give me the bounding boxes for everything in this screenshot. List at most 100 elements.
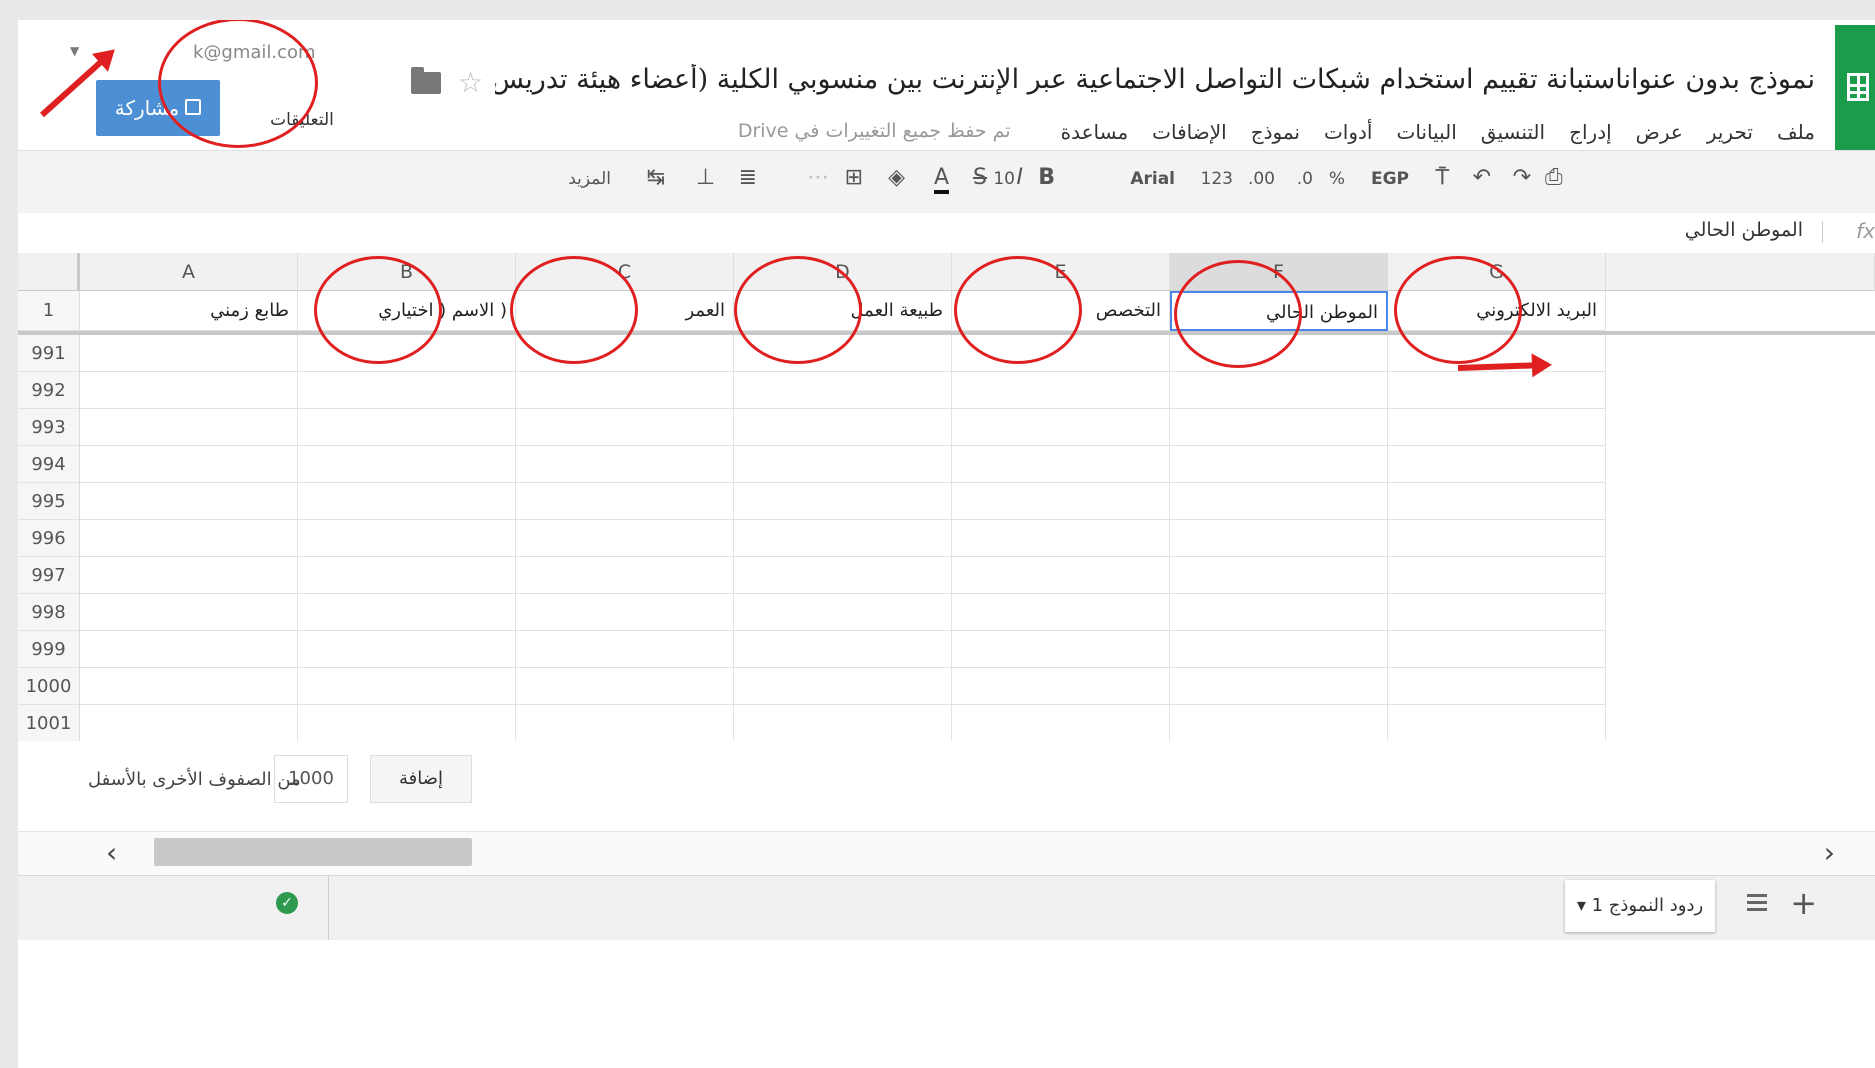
paint-format-icon[interactable]: ⍑	[1436, 165, 1449, 190]
menu-view[interactable]: عرض	[1636, 120, 1683, 144]
italic-icon[interactable]: I	[1017, 165, 1024, 190]
grid-cell[interactable]	[1388, 446, 1606, 483]
grid-cell[interactable]	[734, 520, 952, 557]
fill-color-icon[interactable]: ◈	[888, 165, 905, 190]
all-sheets-icon[interactable]	[1747, 894, 1767, 912]
grid-cell[interactable]	[516, 520, 734, 557]
grid-cell[interactable]	[298, 446, 516, 483]
save-status[interactable]: تم حفظ جميع التغييرات في Drive	[738, 120, 1011, 144]
grid-cell[interactable]	[298, 409, 516, 446]
menu-addons[interactable]: الإضافات	[1152, 120, 1227, 144]
row-header[interactable]: 998	[18, 594, 80, 631]
grid-cell[interactable]	[516, 335, 734, 372]
grid-cell[interactable]	[734, 446, 952, 483]
grid-cell[interactable]	[80, 483, 298, 520]
grid-cell[interactable]	[1388, 705, 1606, 742]
text-color-icon[interactable]: A	[933, 165, 949, 194]
grid-cell[interactable]	[1388, 520, 1606, 557]
grid-cell[interactable]	[80, 520, 298, 557]
grid-cell[interactable]	[1170, 631, 1388, 668]
grid-cell[interactable]	[516, 483, 734, 520]
row-header[interactable]: 994	[18, 446, 80, 483]
column-header-h[interactable]	[1606, 253, 1875, 291]
more-toolbar-button[interactable]: المزيد	[568, 169, 611, 189]
chevron-down-icon[interactable]: ▼	[70, 44, 79, 58]
row-header[interactable]: 993	[18, 409, 80, 446]
grid-cell[interactable]	[1170, 594, 1388, 631]
grid-cell[interactable]	[952, 631, 1170, 668]
menu-tools[interactable]: أدوات	[1324, 120, 1373, 144]
cell-f1-active[interactable]: الموطن الحالي	[1170, 291, 1388, 331]
menu-format[interactable]: التنسيق	[1481, 120, 1545, 144]
add-sheet-icon[interactable]: +	[1790, 884, 1817, 922]
folder-icon[interactable]	[411, 67, 441, 94]
grid-cell[interactable]	[516, 557, 734, 594]
grid-cell[interactable]	[952, 594, 1170, 631]
select-all-corner[interactable]	[18, 253, 80, 291]
decrease-decimals[interactable]: .0	[1297, 169, 1313, 189]
grid-cell[interactable]	[1170, 335, 1388, 372]
row-header[interactable]: 1001	[18, 705, 80, 742]
grid-cell[interactable]	[1170, 520, 1388, 557]
strikethrough-icon[interactable]: S	[973, 165, 987, 190]
merge-cells-icon[interactable]: ⋯	[807, 165, 829, 190]
menu-help[interactable]: مساعدة	[1061, 120, 1129, 144]
grid-cell[interactable]	[80, 668, 298, 705]
scrollbar-thumb[interactable]	[154, 838, 472, 866]
font-family-select[interactable]: Arial	[1130, 169, 1175, 189]
grid-cell[interactable]	[952, 372, 1170, 409]
menu-file[interactable]: ملف	[1777, 120, 1815, 144]
grid-cell[interactable]	[298, 557, 516, 594]
grid-cell[interactable]	[516, 631, 734, 668]
document-title[interactable]: نموذج بدون عنواناستبانة تقييم استخدام شب…	[495, 64, 1815, 95]
grid-cell[interactable]	[1388, 668, 1606, 705]
column-header-a[interactable]: A	[80, 253, 298, 291]
grid-cell[interactable]	[1170, 483, 1388, 520]
grid-cell[interactable]	[1170, 668, 1388, 705]
grid-cell[interactable]	[952, 409, 1170, 446]
borders-icon[interactable]: ⊞	[845, 165, 863, 190]
grid-cell[interactable]	[734, 372, 952, 409]
column-header-d[interactable]: D	[734, 253, 952, 291]
add-rows-button[interactable]: إضافة	[370, 755, 472, 803]
cell-a1[interactable]: طابع زمني	[80, 291, 298, 331]
grid-cell[interactable]	[734, 335, 952, 372]
row-header[interactable]: 991	[18, 335, 80, 372]
grid-cell[interactable]	[80, 705, 298, 742]
sheets-logo[interactable]	[1835, 25, 1875, 153]
grid-cell[interactable]	[298, 705, 516, 742]
grid-cell[interactable]	[1170, 409, 1388, 446]
menu-edit[interactable]: تحرير	[1707, 120, 1753, 144]
row-header[interactable]: 997	[18, 557, 80, 594]
grid-cell[interactable]	[298, 631, 516, 668]
grid-cell[interactable]	[734, 594, 952, 631]
grid-cell[interactable]	[952, 483, 1170, 520]
grid-cell[interactable]	[734, 668, 952, 705]
undo-icon[interactable]: ↶	[1473, 165, 1491, 190]
grid-cell[interactable]	[80, 446, 298, 483]
scroll-right-icon[interactable]: ›	[1824, 836, 1835, 869]
row-header[interactable]: 1000	[18, 668, 80, 705]
menu-data[interactable]: البيانات	[1396, 120, 1456, 144]
comments-button[interactable]: التعليقات	[266, 98, 338, 142]
bold-icon[interactable]: B	[1038, 165, 1055, 190]
grid-cell[interactable]	[1170, 372, 1388, 409]
column-header-g[interactable]: G	[1388, 253, 1606, 291]
more-formats[interactable]: 123	[1201, 169, 1233, 189]
grid-cell[interactable]	[734, 483, 952, 520]
account-email[interactable]: k@gmail.com	[193, 42, 316, 63]
grid-cell[interactable]	[298, 594, 516, 631]
row-header[interactable]: 995	[18, 483, 80, 520]
cell-g1[interactable]: البريد الالكتروني	[1388, 291, 1606, 331]
cell-c1[interactable]: العمر	[516, 291, 734, 331]
menu-form[interactable]: نموذج	[1251, 120, 1300, 144]
grid-cell[interactable]	[952, 520, 1170, 557]
grid-cell[interactable]	[1388, 631, 1606, 668]
grid-cell[interactable]	[298, 335, 516, 372]
grid-cell[interactable]	[1388, 557, 1606, 594]
row-header[interactable]: 999	[18, 631, 80, 668]
menu-insert[interactable]: إدراج	[1569, 120, 1612, 144]
row-header[interactable]: 992	[18, 372, 80, 409]
grid-cell[interactable]	[516, 372, 734, 409]
grid-cell[interactable]	[298, 483, 516, 520]
